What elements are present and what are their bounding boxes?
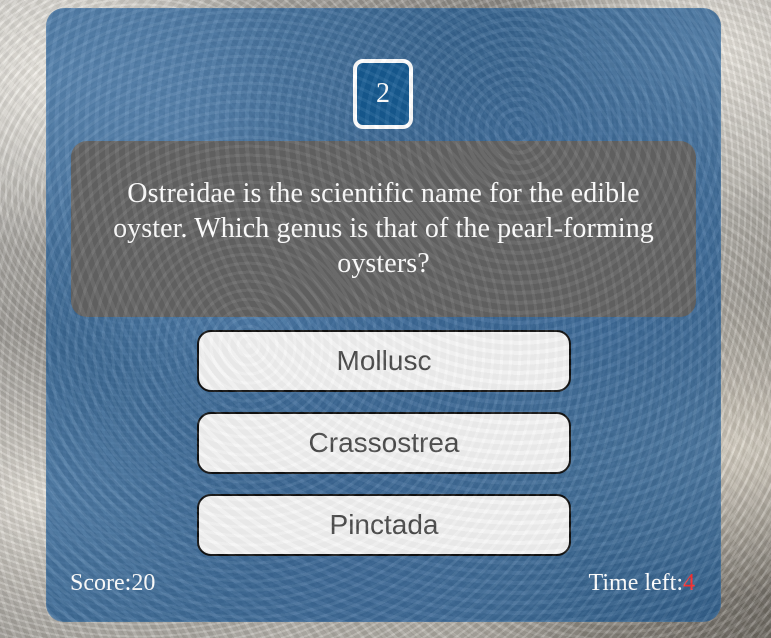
question-box: Ostreidae is the scientific name for the… [71,141,696,317]
time-left-label: Time left: [588,570,683,596]
question-number-badge: 2 [353,59,413,129]
quiz-panel: 2 Ostreidae is the scientific name for t… [46,8,721,622]
answer-button-crassostrea[interactable]: Crassostrea [197,412,571,474]
score-display: Score:20 [70,568,155,598]
answer-button-mollusc[interactable]: Mollusc [197,330,571,392]
score-label: Score: [70,570,132,596]
time-left-value: 4 [683,570,695,596]
time-left-display: Time left:4 [589,568,695,598]
answers-list: Mollusc Crassostrea Pinctada [197,330,571,576]
answer-button-pinctada[interactable]: Pinctada [197,494,571,556]
score-value: 20 [131,570,156,596]
